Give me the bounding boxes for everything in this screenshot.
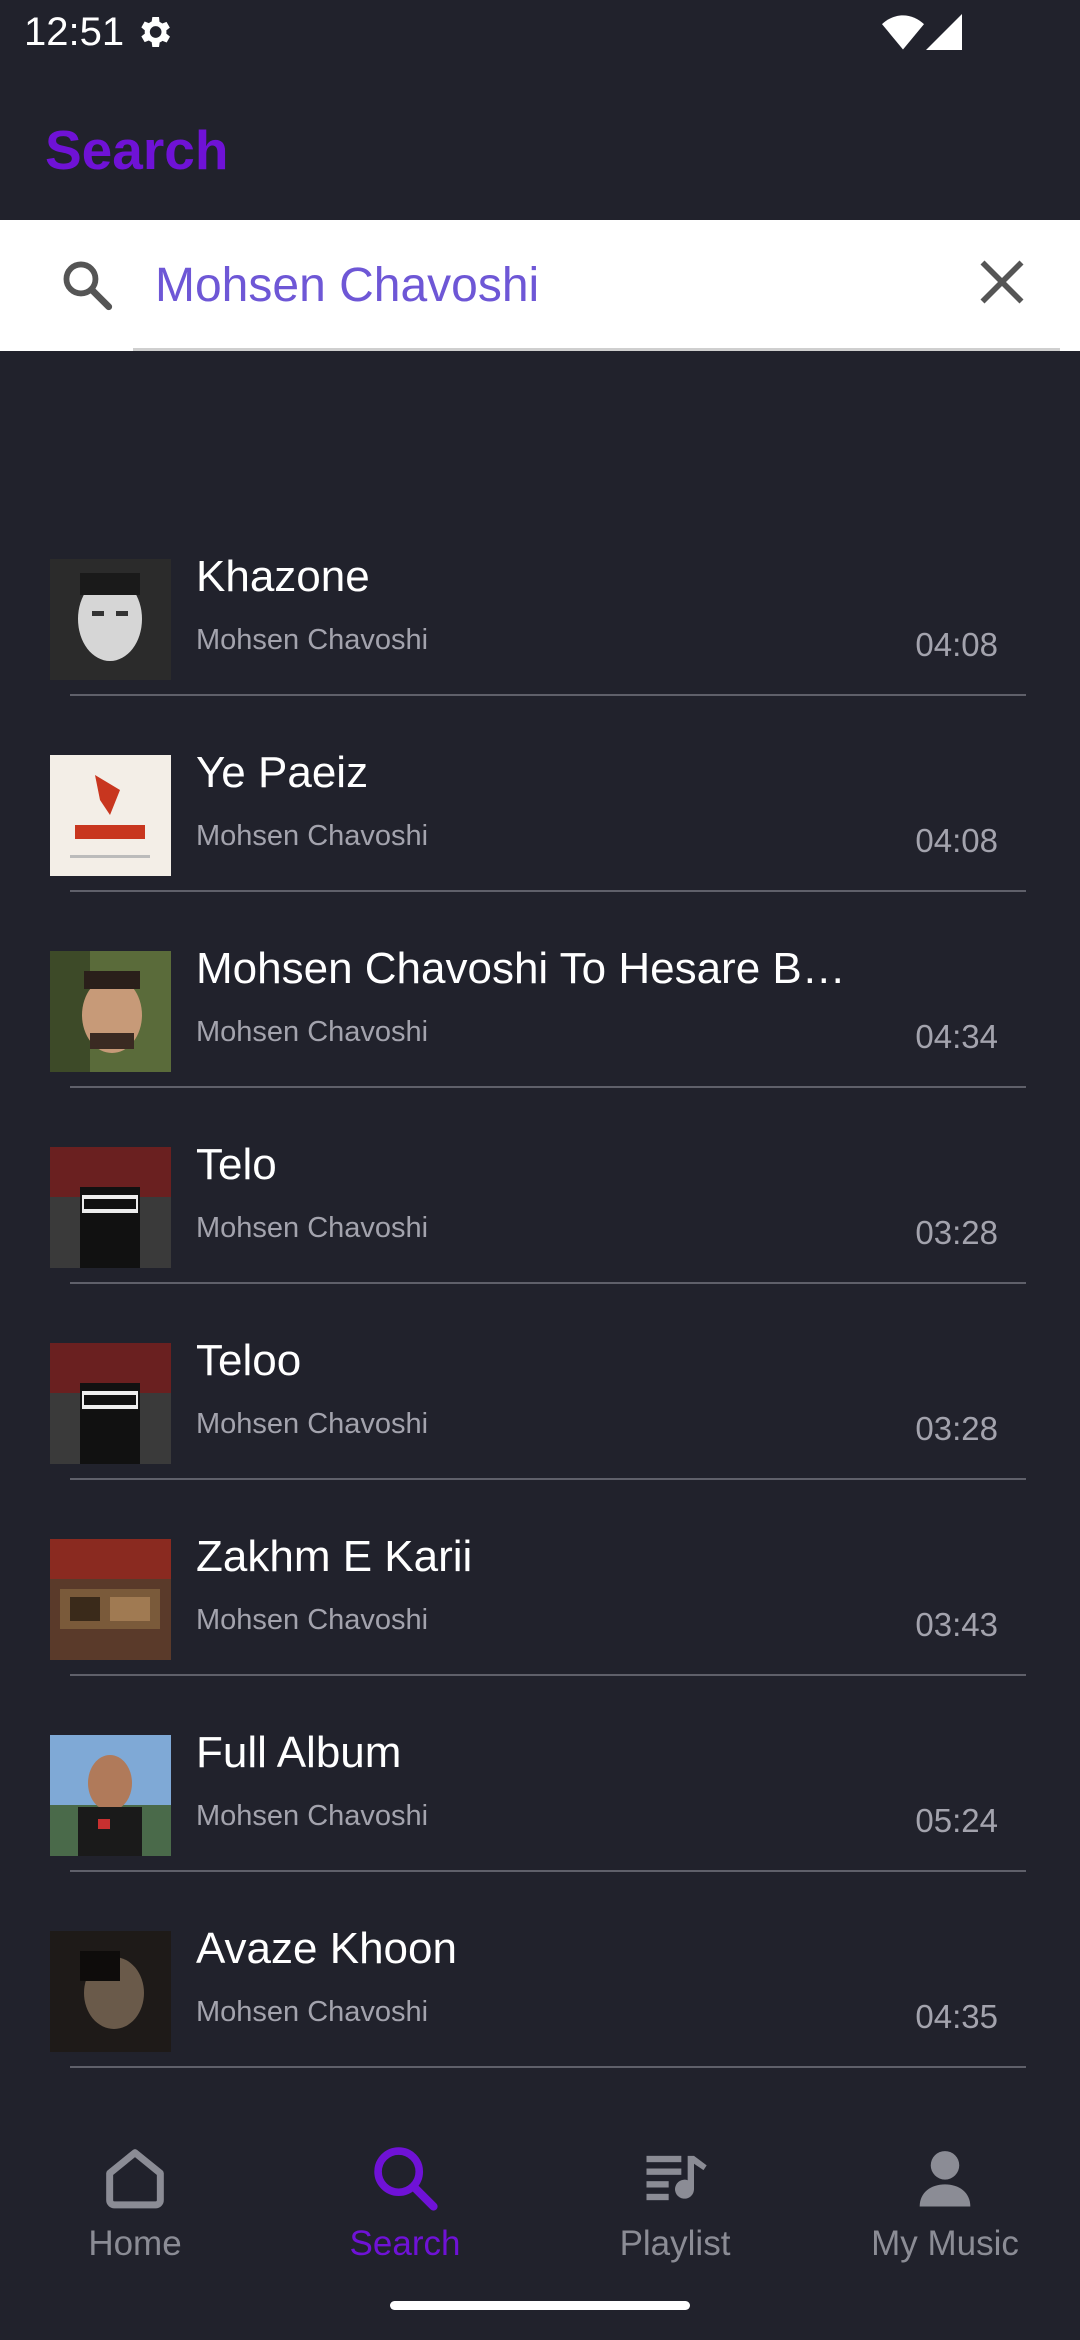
nav-label: Playlist	[619, 2224, 731, 2263]
track-title: Zakhm E Karii	[196, 1532, 473, 1581]
track-artist: Mohsen Chavoshi	[196, 1604, 429, 1636]
wifi-icon	[882, 15, 924, 50]
list-item[interactable]: Telo Mohsen Chavoshi 03:28	[0, 1128, 1080, 1324]
track-duration: 04:35	[915, 1998, 998, 2035]
signal-icon	[926, 14, 962, 50]
page-title: Search	[45, 119, 229, 181]
nav-search[interactable]: Search	[270, 2140, 540, 2270]
playlist-icon	[646, 2155, 707, 2201]
track-duration: 03:28	[915, 1410, 998, 1447]
track-duration: 03:28	[915, 1214, 998, 1251]
track-duration: 03:43	[915, 1606, 998, 1643]
album-art	[50, 1735, 171, 1856]
track-duration: 04:08	[915, 626, 998, 663]
results-list: Khazone Mohsen Chavoshi 04:08 Ye Paeiz M…	[0, 540, 1080, 2100]
divider	[70, 2066, 1026, 2068]
album-art	[50, 1931, 171, 2052]
user-icon	[919, 2151, 971, 2207]
search-icon	[63, 261, 113, 311]
track-title: Teloo	[196, 1336, 302, 1385]
status-bar: 12:51	[0, 0, 1080, 66]
track-artist: Mohsen Chavoshi	[196, 1800, 429, 1832]
divider	[70, 1870, 1026, 1872]
track-duration: 04:34	[915, 1018, 998, 1055]
search-underline	[133, 348, 1060, 351]
track-title: Khazone	[196, 552, 370, 601]
list-item[interactable]: Avaze Khoon Mohsen Chavoshi 04:35	[0, 1912, 1080, 2100]
close-icon[interactable]	[976, 256, 1028, 308]
album-art	[50, 755, 171, 876]
track-artist: Mohsen Chavoshi	[196, 1996, 429, 2028]
list-item[interactable]: Teloo Mohsen Chavoshi 03:28	[0, 1324, 1080, 1520]
track-duration: 05:24	[915, 1802, 998, 1839]
home-indicator	[390, 2301, 690, 2310]
album-art	[50, 1147, 171, 1268]
track-title: Telo	[196, 1140, 277, 1189]
home-icon	[106, 2149, 164, 2209]
nav-label: Home	[88, 2224, 182, 2263]
album-art	[50, 1343, 171, 1464]
nav-label: My Music	[871, 2224, 1019, 2263]
track-artist: Mohsen Chavoshi	[196, 624, 429, 656]
nav-label: Search	[349, 2224, 461, 2263]
list-item[interactable]: Ye Paeiz Mohsen Chavoshi 04:08	[0, 736, 1080, 932]
divider	[70, 1282, 1026, 1284]
track-artist: Mohsen Chavoshi	[196, 1016, 429, 1048]
nav-my-music[interactable]: My Music	[810, 2140, 1080, 2270]
gear-icon	[141, 17, 170, 47]
track-title: Full Album	[196, 1728, 402, 1777]
app-bar: Search	[0, 66, 1080, 220]
search-icon	[374, 2147, 438, 2211]
nav-playlist[interactable]: Playlist	[540, 2140, 810, 2270]
divider	[70, 1478, 1026, 1480]
track-title: Mohsen Chavoshi To Hesare Ba...	[196, 944, 856, 993]
list-item[interactable]: Full Album Mohsen Chavoshi 05:24	[0, 1716, 1080, 1912]
track-duration: 04:08	[915, 822, 998, 859]
album-art	[50, 559, 171, 680]
divider	[70, 1086, 1026, 1088]
list-item[interactable]: Khazone Mohsen Chavoshi 04:08	[0, 540, 1080, 736]
track-artist: Mohsen Chavoshi	[196, 820, 429, 852]
nav-home[interactable]: Home	[0, 2140, 270, 2270]
album-art	[50, 1539, 171, 1660]
divider	[70, 694, 1026, 696]
track-title: Ye Paeiz	[196, 748, 369, 797]
search-input[interactable]	[133, 248, 933, 322]
divider	[70, 890, 1026, 892]
track-title: Avaze Khoon	[196, 1924, 457, 1973]
status-time: 12:51	[24, 10, 125, 54]
divider	[70, 1674, 1026, 1676]
track-artist: Mohsen Chavoshi	[196, 1408, 429, 1440]
list-item[interactable]: Zakhm E Karii Mohsen Chavoshi 03:43	[0, 1520, 1080, 1716]
list-item[interactable]: Mohsen Chavoshi To Hesare Ba... Mohsen C…	[0, 932, 1080, 1128]
track-artist: Mohsen Chavoshi	[196, 1212, 429, 1244]
album-art	[50, 951, 171, 1072]
search-bar	[0, 220, 1080, 351]
